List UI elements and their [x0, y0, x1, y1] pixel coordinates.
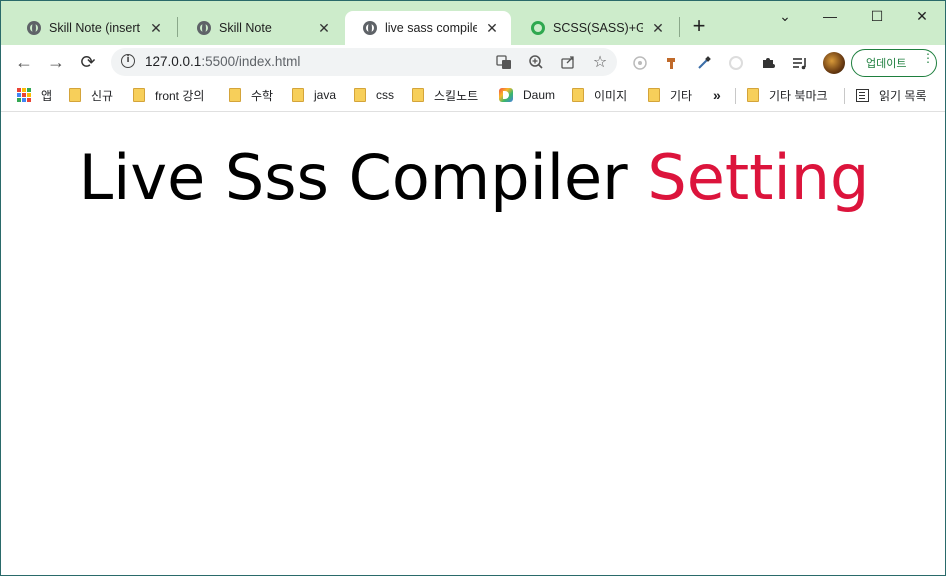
- reading-list-label: 읽기 목록: [879, 88, 927, 103]
- media-queue-icon[interactable]: [791, 54, 809, 72]
- folder-icon: [648, 88, 660, 102]
- bookmark-folder-css[interactable]: css: [354, 85, 394, 105]
- bookmark-folder-math[interactable]: 수학: [229, 85, 273, 105]
- tab-live-sass-compiler[interactable]: live sass compiler ✕: [345, 11, 511, 45]
- reading-list[interactable]: 읽기 목록: [856, 85, 927, 105]
- bookmark-label: 스킬노트: [434, 88, 479, 103]
- tab-skill-note[interactable]: Skill Note ✕: [179, 11, 343, 45]
- url-host: 127.0.0.1: [145, 54, 202, 69]
- bookmark-daum[interactable]: Daum: [499, 85, 555, 105]
- close-icon[interactable]: ✕: [649, 19, 667, 37]
- close-window-button[interactable]: ✕: [907, 5, 937, 27]
- back-button[interactable]: ←: [11, 49, 37, 75]
- daum-icon: [499, 88, 513, 102]
- folder-icon: [229, 88, 241, 102]
- tab-search-chevron-icon[interactable]: ⌄: [770, 5, 800, 27]
- bookmark-folder-images[interactable]: 이미지: [572, 85, 627, 105]
- bookmark-folder-skillnote[interactable]: 스킬노트: [412, 85, 478, 105]
- folder-icon: [133, 88, 145, 102]
- folder-icon: [747, 88, 759, 102]
- tab-divider: [679, 17, 680, 37]
- browser-toolbar: ← → ⟳ i 127.0.0.1:5500/index.html ☆ 업데이트…: [1, 45, 945, 79]
- apps-icon: [17, 88, 31, 102]
- page-heading: Live Sss Compiler Setting: [1, 141, 945, 214]
- tab-scss-grid[interactable]: SCSS(SASS)+GRID ✕: [513, 11, 677, 45]
- forward-button[interactable]: →: [43, 49, 69, 75]
- folder-icon: [412, 88, 424, 102]
- bookmark-folder-front[interactable]: front 강의: [133, 85, 204, 105]
- menu-dots-icon[interactable]: ⋮: [922, 52, 934, 64]
- extension-hammer-icon[interactable]: [663, 54, 681, 72]
- globe-icon: [363, 21, 377, 35]
- bookmarks-divider: [844, 88, 845, 104]
- other-bookmarks-label: 기타 북마크: [769, 88, 828, 103]
- site-info-icon[interactable]: i: [121, 54, 135, 68]
- reading-list-icon: [856, 88, 869, 102]
- share-icon[interactable]: [559, 53, 577, 71]
- minimize-button[interactable]: —: [815, 5, 845, 27]
- address-bar[interactable]: i 127.0.0.1:5500/index.html ☆: [111, 48, 617, 76]
- heading-main: Live Sss Compiler: [78, 141, 628, 214]
- tab-title: Skill Note: [219, 21, 272, 35]
- tab-skill-note-insert[interactable]: Skill Note (insert m ✕: [9, 11, 175, 45]
- bookmark-folder-java[interactable]: java: [292, 85, 336, 105]
- page-content: Live Sss Compiler Setting: [1, 113, 945, 575]
- folder-icon: [292, 88, 304, 102]
- bookmark-label: css: [376, 88, 394, 102]
- bookmark-label: java: [314, 88, 337, 102]
- close-icon[interactable]: ✕: [315, 19, 333, 37]
- tab-title: Skill Note (insert m: [49, 21, 141, 35]
- extensions-puzzle-icon[interactable]: [759, 54, 777, 72]
- url-text[interactable]: 127.0.0.1:5500/index.html: [145, 54, 300, 69]
- url-path: :5500/index.html: [201, 54, 301, 69]
- browser-window: Skill Note (insert m ✕ Skill Note ✕ live…: [0, 0, 946, 576]
- profile-avatar[interactable]: [823, 52, 845, 74]
- maximize-button[interactable]: ☐: [862, 5, 892, 27]
- extension-timer-icon[interactable]: [631, 54, 649, 72]
- bookmark-label: 이미지: [594, 88, 628, 103]
- reload-button[interactable]: ⟳: [75, 49, 101, 75]
- update-button[interactable]: 업데이트 ⋮: [851, 49, 937, 77]
- tab-title: live sass compiler: [385, 21, 477, 35]
- sass-icon: [531, 21, 545, 35]
- globe-icon: [197, 21, 211, 35]
- tab-strip: Skill Note (insert m ✕ Skill Note ✕ live…: [1, 1, 945, 45]
- bookmark-folder-etc[interactable]: 기타: [648, 85, 692, 105]
- bookmark-label: front 강의: [155, 88, 205, 103]
- other-bookmarks[interactable]: 기타 북마크: [747, 85, 828, 105]
- globe-icon: [27, 21, 41, 35]
- update-label: 업데이트: [866, 58, 907, 70]
- folder-icon: [572, 88, 584, 102]
- bookmark-label: 신규: [91, 88, 114, 103]
- folder-icon: [69, 88, 81, 102]
- bookmark-label: 앱: [41, 88, 53, 103]
- tab-title: SCSS(SASS)+GRID: [553, 21, 643, 35]
- heading-accent: Setting: [647, 141, 870, 214]
- close-icon[interactable]: ✕: [147, 19, 165, 37]
- translate-icon[interactable]: [495, 53, 513, 71]
- bookmark-label: 기타: [670, 88, 693, 103]
- tab-divider: [177, 17, 178, 37]
- zoom-icon[interactable]: [527, 53, 545, 71]
- bookmark-apps[interactable]: 앱: [17, 85, 52, 105]
- bookmark-star-icon[interactable]: ☆: [591, 53, 609, 71]
- close-icon[interactable]: ✕: [483, 19, 501, 37]
- bookmark-label: 수학: [251, 88, 274, 103]
- extension-gear-icon[interactable]: [727, 54, 745, 72]
- new-tab-button[interactable]: +: [687, 15, 711, 39]
- bookmarks-divider: [735, 88, 736, 104]
- eyedropper-icon[interactable]: [695, 54, 713, 72]
- bookmarks-bar: 앱 신규 front 강의 수학 java css 스킬노트 Daum 이미지 …: [1, 79, 945, 112]
- bookmark-folder-new[interactable]: 신규: [69, 85, 113, 105]
- bookmarks-overflow-button[interactable]: »: [713, 85, 721, 105]
- bookmark-label: Daum: [523, 88, 556, 102]
- folder-icon: [354, 88, 366, 102]
